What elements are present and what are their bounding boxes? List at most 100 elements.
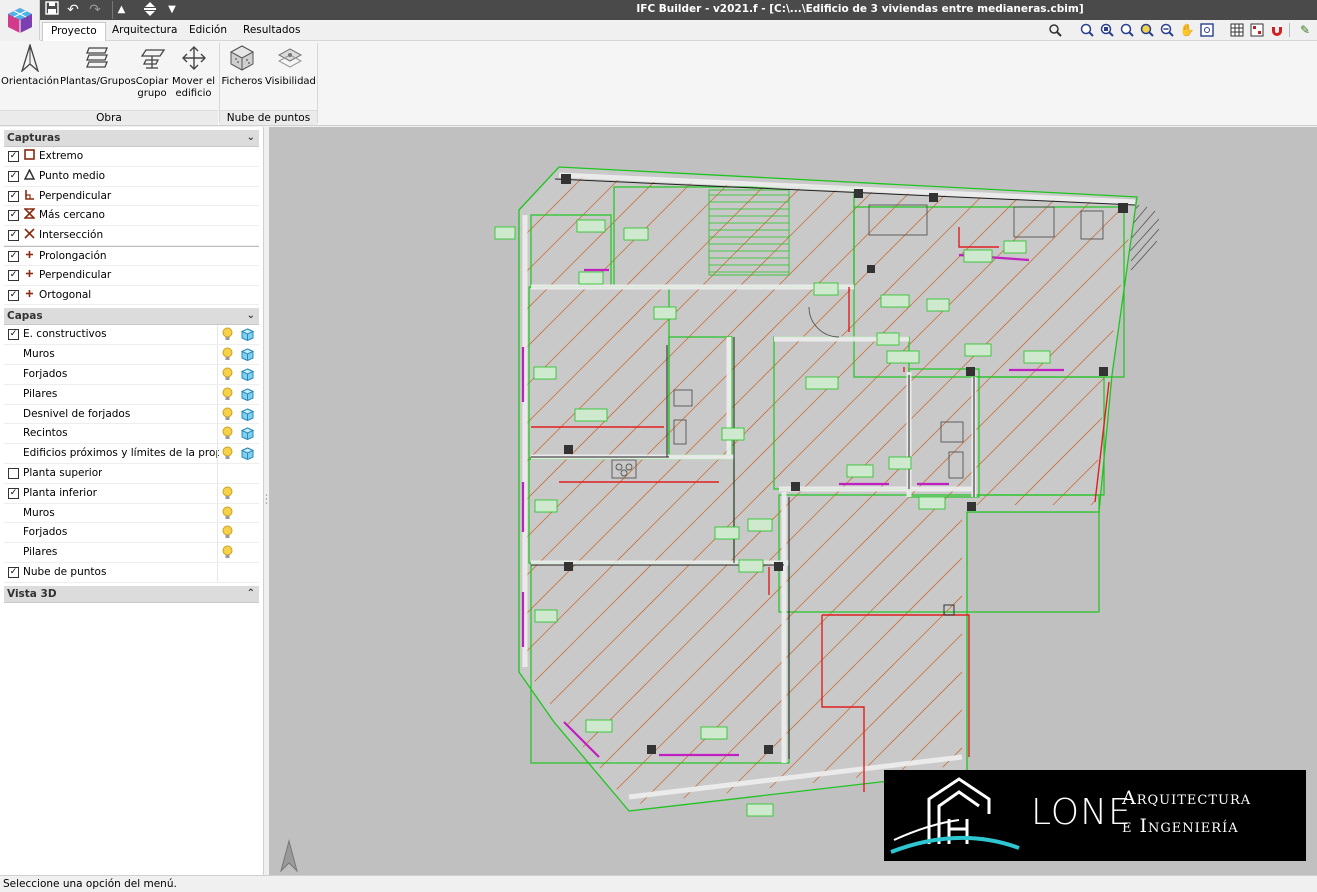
floor-up-icon[interactable]: ▲: [112, 1, 130, 19]
files-button[interactable]: Ficheros: [221, 43, 263, 88]
layer-item[interactable]: ✓ Nube de puntos: [4, 562, 259, 583]
chevron-down-icon[interactable]: ⌄: [247, 130, 255, 146]
app-logo-icon[interactable]: [0, 0, 40, 40]
magnet-icon[interactable]: [1269, 22, 1285, 38]
lightbulb-icon[interactable]: [222, 426, 233, 441]
tools-icon[interactable]: ✎: [1297, 22, 1313, 38]
capture-label: Ortogonal: [39, 288, 92, 301]
layer-item[interactable]: Pilares: [4, 543, 259, 563]
save-icon[interactable]: [43, 1, 61, 19]
checkbox[interactable]: ✓: [8, 190, 19, 202]
checkbox[interactable]: ✓: [8, 230, 19, 242]
capas-section-header[interactable]: Capas ⌄: [4, 308, 259, 326]
layer-item[interactable]: Planta superior: [4, 463, 259, 484]
redo-icon[interactable]: ↷: [86, 1, 104, 19]
layer-item[interactable]: ✓ E. constructivos: [4, 325, 259, 346]
layer-item[interactable]: Muros: [4, 503, 259, 524]
layer-item[interactable]: Forjados: [4, 523, 259, 544]
zoom-realtime-icon[interactable]: [1139, 22, 1155, 38]
lightbulb-icon[interactable]: [222, 347, 233, 362]
capture-item[interactable]: ✓ Perpendicular: [4, 187, 259, 207]
search-icon[interactable]: [1047, 22, 1063, 38]
floor-down-icon[interactable]: ▼: [163, 1, 181, 19]
column-divider: [217, 364, 218, 384]
hatch-line: [1301, 147, 1317, 827]
capas-list: ✓ E. constructivos Muros Forjados Pilares Des…: [0, 325, 263, 583]
copy-group-button[interactable]: Copiar grupo: [134, 43, 170, 100]
zoom-extents-icon[interactable]: [1199, 22, 1215, 38]
cube-3d-icon[interactable]: [240, 328, 255, 342]
visibility-layer-icon: [265, 43, 315, 73]
checkbox[interactable]: ✓: [8, 269, 19, 281]
visibility-button[interactable]: Visibilidad: [265, 43, 316, 88]
layer-item[interactable]: Edificios próximos y límites de la propi…: [4, 444, 259, 464]
grid-snap-icon[interactable]: [1229, 22, 1245, 38]
zoom-window-icon[interactable]: [1099, 22, 1115, 38]
checkbox[interactable]: ✓: [8, 151, 19, 162]
zoom-icon[interactable]: [1119, 22, 1135, 38]
checkbox[interactable]: [8, 467, 19, 479]
capture-item[interactable]: ✓ Prolongación: [4, 245, 259, 266]
chevron-up-icon[interactable]: ⌃: [247, 586, 255, 602]
perpendicular-icon: [24, 187, 35, 206]
cube-3d-icon[interactable]: [240, 368, 255, 382]
checkbox[interactable]: ✓: [8, 170, 19, 182]
checkbox[interactable]: ✓: [8, 566, 19, 578]
lightbulb-icon[interactable]: [222, 506, 233, 521]
lightbulb-icon[interactable]: [222, 407, 233, 422]
lightbulb-icon[interactable]: [222, 367, 233, 382]
cube-3d-icon[interactable]: [240, 348, 255, 362]
ribbon-tab-bar: Proyecto Arquitectura Edición Resultados…: [40, 20, 1317, 41]
orientation-button[interactable]: Orientación: [1, 43, 59, 88]
tab-edicion[interactable]: Edición: [181, 22, 235, 41]
capture-item[interactable]: ✓ Más cercano: [4, 206, 259, 227]
checkbox[interactable]: ✓: [8, 210, 19, 222]
undo-icon[interactable]: ↶: [64, 1, 82, 19]
chevron-down-icon[interactable]: ⌄: [247, 308, 255, 324]
pan-hand-icon[interactable]: ✋: [1179, 22, 1195, 38]
column-divider: [217, 463, 218, 483]
zoom-previous-icon[interactable]: [1079, 22, 1095, 38]
layer-item[interactable]: Desnivel de forjados: [4, 404, 259, 425]
cube-3d-icon[interactable]: [240, 388, 255, 401]
layer-grid-icon[interactable]: [1249, 22, 1265, 38]
lightbulb-icon[interactable]: [222, 545, 233, 560]
lightbulb-icon[interactable]: [222, 446, 233, 461]
lightbulb-icon[interactable]: [222, 486, 233, 501]
tab-proyecto[interactable]: Proyecto: [42, 22, 106, 41]
capture-item[interactable]: ✓ Extremo: [4, 147, 259, 167]
floor-plan-drawing[interactable]: [269, 127, 1317, 875]
layer-item[interactable]: ✓ Planta inferior: [4, 483, 259, 504]
cube-3d-icon[interactable]: [240, 447, 255, 461]
layer-item[interactable]: Pilares: [4, 384, 259, 405]
move-building-button[interactable]: Mover el edificio: [171, 43, 216, 100]
capture-item[interactable]: ✓ Punto medio: [4, 167, 259, 187]
checkbox[interactable]: ✓: [8, 250, 19, 262]
zoom-out-icon[interactable]: [1159, 22, 1175, 38]
capture-item[interactable]: ✓ Perpendicular: [4, 266, 259, 286]
tab-resultados[interactable]: Resultados: [235, 22, 308, 41]
layer-item[interactable]: Muros: [4, 345, 259, 365]
capture-item[interactable]: ✓ Intersección: [4, 226, 259, 246]
cube-3d-icon[interactable]: [240, 427, 255, 441]
lightbulb-icon[interactable]: [222, 327, 233, 342]
layer-item[interactable]: Forjados: [4, 364, 259, 385]
checkbox[interactable]: ✓: [8, 329, 19, 341]
drawing-viewport[interactable]: LONE Arquitectura e Ingeniería: [269, 127, 1317, 875]
layer-label: Desnivel de forjados: [23, 407, 131, 420]
checkbox[interactable]: ✓: [8, 289, 19, 301]
floors-groups-button[interactable]: Plantas/Grupos: [60, 43, 136, 88]
copy-group-label: Copiar grupo: [135, 76, 169, 99]
lightbulb-icon[interactable]: [222, 387, 233, 402]
tab-arquitectura[interactable]: Arquitectura: [104, 22, 185, 41]
checkbox[interactable]: ✓: [8, 487, 19, 499]
capturas-section-header[interactable]: Capturas ⌄: [4, 130, 259, 147]
logo-line-2: e Ingeniería: [1122, 815, 1239, 837]
floor-select-icon[interactable]: [141, 1, 159, 19]
ribbon-separator: [317, 43, 318, 123]
vista3d-section-header[interactable]: Vista 3D ⌃: [4, 585, 259, 603]
cube-3d-icon[interactable]: [240, 408, 255, 421]
layer-item[interactable]: Recintos: [4, 424, 259, 445]
capture-item[interactable]: ✓ Ortogonal: [4, 286, 259, 306]
lightbulb-icon[interactable]: [222, 525, 233, 540]
